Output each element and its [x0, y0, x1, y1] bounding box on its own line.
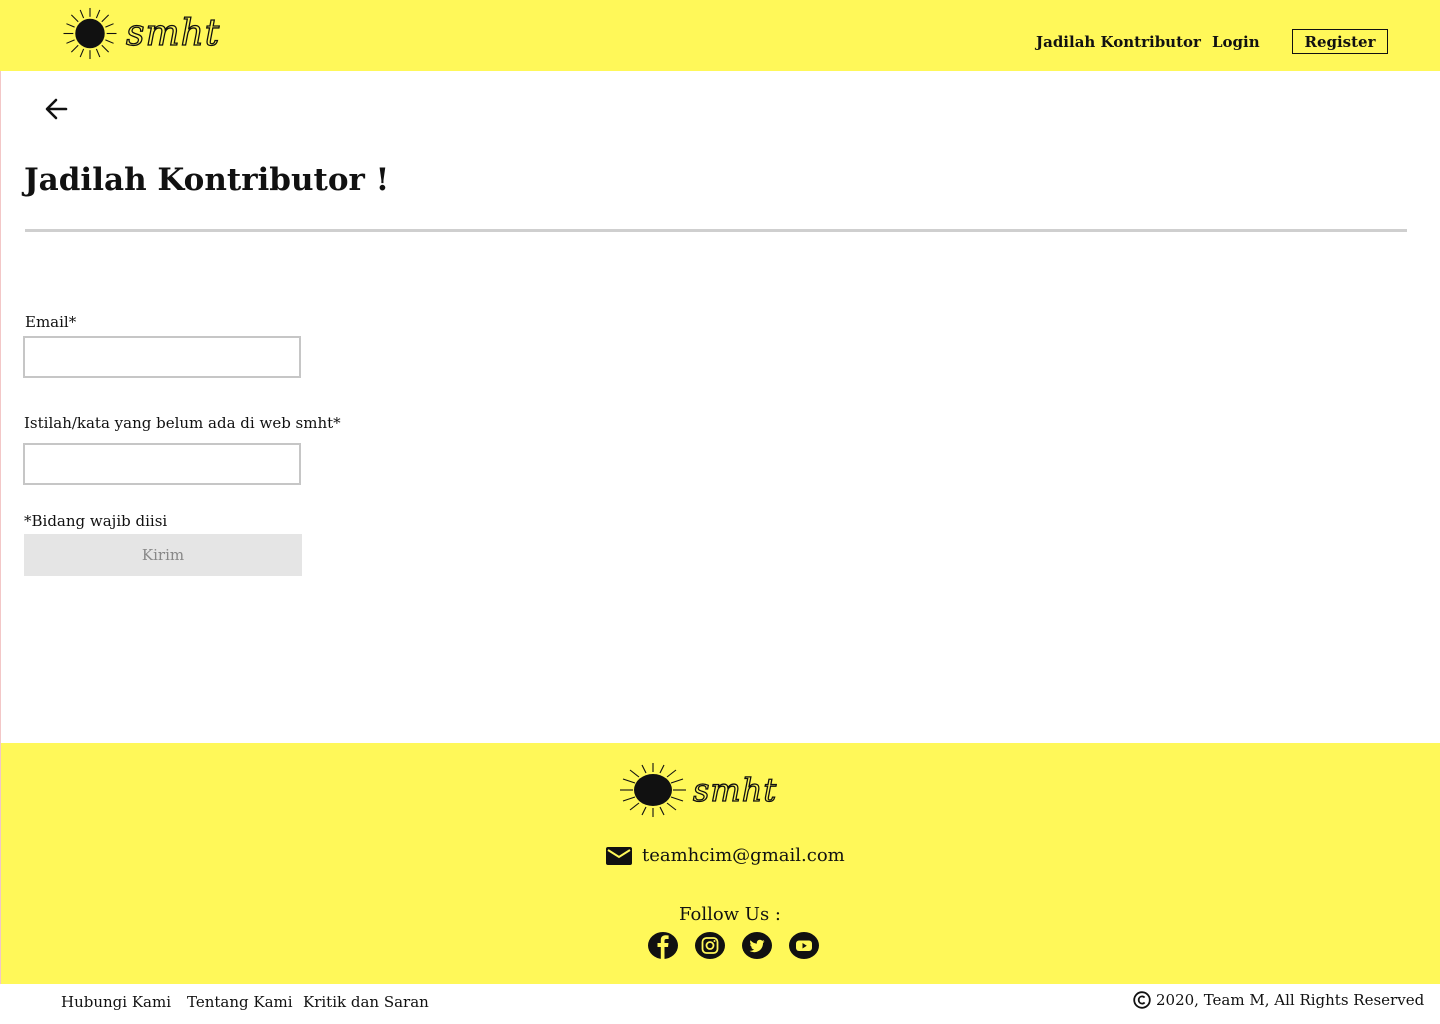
title-divider — [25, 229, 1407, 232]
back-arrow-icon[interactable] — [44, 98, 68, 120]
mail-icon — [606, 846, 632, 865]
twitter-icon[interactable] — [742, 932, 772, 959]
copyright-icon — [1133, 991, 1151, 1009]
register-button[interactable]: Register — [1292, 29, 1388, 54]
link-kritik-dan-saran[interactable]: Kritik dan Saran — [303, 993, 429, 1011]
copyright: 2020, Team M, All Rights Reserved — [1133, 991, 1424, 1009]
page-title: Jadilah Kontributor ! — [24, 162, 390, 198]
footer-logo[interactable]: smht — [619, 762, 777, 818]
email-field[interactable] — [23, 336, 301, 378]
link-hubungi-kami[interactable]: Hubungi Kami — [61, 993, 171, 1011]
term-field[interactable] — [23, 443, 301, 485]
link-tentang-kami[interactable]: Tentang Kami — [187, 993, 293, 1011]
copyright-text: 2020, Team M, All Rights Reserved — [1156, 991, 1425, 1009]
footer-email[interactable]: teamhcim@gmail.com — [606, 845, 845, 866]
header: smht Jadilah Kontributor Login Register — [0, 0, 1440, 71]
email-label: Email* — [25, 313, 77, 331]
nav-contributor-link[interactable]: Jadilah Kontributor — [1036, 33, 1201, 51]
footer-logo-wordmark: smht — [692, 770, 778, 809]
header-logo[interactable]: smht — [62, 7, 220, 60]
required-note: *Bidang wajib diisi — [24, 512, 168, 530]
submit-button[interactable]: Kirim — [24, 534, 302, 576]
sun-logo-icon — [620, 763, 686, 817]
logo-wordmark: smht — [125, 12, 221, 54]
term-label: Istilah/kata yang belum ada di web smht* — [24, 414, 341, 432]
facebook-icon[interactable] — [648, 932, 678, 959]
sun-logo-icon — [63, 7, 117, 60]
follow-us-label: Follow Us : — [678, 904, 781, 925]
youtube-icon[interactable] — [789, 932, 819, 959]
nav-login-link[interactable]: Login — [1212, 33, 1260, 51]
footer-email-text: teamhcim@gmail.com — [642, 845, 845, 866]
instagram-icon[interactable] — [695, 932, 725, 959]
